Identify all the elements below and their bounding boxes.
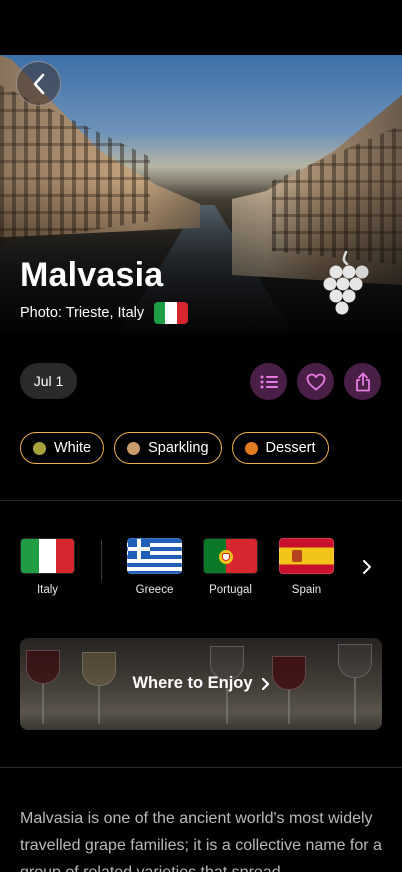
description-text: Malvasia is one of the ancient world's m…: [20, 810, 382, 872]
where-to-enjoy-button[interactable]: Where to Enjoy: [20, 638, 382, 730]
grape-tags: White Sparkling Dessert: [20, 432, 329, 464]
page-title: Malvasia: [20, 256, 164, 294]
region-portugal[interactable]: Portugal: [203, 538, 258, 596]
tag-label: Sparkling: [148, 440, 209, 456]
white-dot-icon: [33, 441, 46, 455]
tag-dessert[interactable]: Dessert: [231, 432, 329, 464]
tag-label: White: [54, 440, 92, 456]
where-to-enjoy-text: Where to Enjoy: [132, 674, 253, 692]
photo-caption-row: Photo: Trieste, Italy: [20, 302, 189, 324]
chevron-right-icon: [261, 677, 269, 690]
sparkling-dot-icon: [127, 441, 141, 455]
divider: [0, 767, 402, 768]
divider: [0, 500, 402, 501]
share-icon: [355, 372, 370, 391]
back-button[interactable]: [16, 61, 61, 106]
region-label: Spain: [291, 584, 322, 596]
region-label: Italy: [36, 584, 59, 596]
region-italy[interactable]: Italy: [20, 538, 75, 596]
region-label: Portugal: [209, 584, 252, 596]
region-spain[interactable]: Spain: [279, 538, 334, 596]
list-button[interactable]: [250, 363, 287, 400]
tag-white[interactable]: White: [20, 432, 105, 464]
italy-flag-icon: [154, 302, 189, 324]
photo-caption: Photo: Trieste, Italy: [20, 305, 145, 321]
where-to-enjoy-label: Where to Enjoy: [20, 674, 382, 693]
spain-flag-icon: [279, 538, 334, 574]
region-separator: [101, 540, 102, 581]
grape-icon: [323, 250, 369, 315]
tag-sparkling[interactable]: Sparkling: [114, 432, 222, 464]
region-label: Greece: [135, 584, 174, 596]
list-icon: [260, 375, 278, 388]
heart-icon: [306, 373, 325, 390]
chevron-right-icon[interactable]: [362, 559, 372, 575]
italy-flag-icon: [20, 538, 75, 574]
region-list: Italy Greece Portugal Spain: [0, 538, 402, 602]
dessert-dot-icon: [244, 441, 258, 455]
share-button[interactable]: [344, 363, 381, 400]
greece-flag-icon: [127, 538, 182, 574]
tag-label: Dessert: [265, 440, 316, 456]
chevron-left-icon: [33, 73, 44, 94]
date-pill[interactable]: Jul 1: [20, 363, 77, 399]
favorite-button[interactable]: [297, 363, 334, 400]
portugal-flag-icon: [203, 538, 258, 574]
region-greece[interactable]: Greece: [127, 538, 182, 596]
